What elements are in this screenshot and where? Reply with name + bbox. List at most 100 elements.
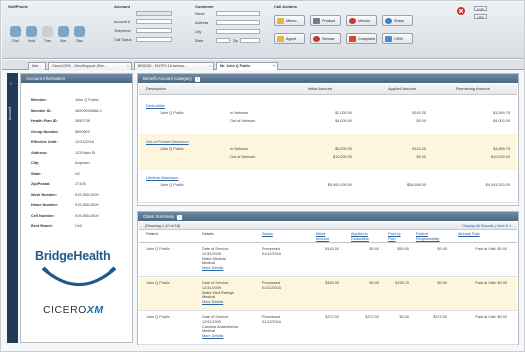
more-details-link[interactable]: More Details xyxy=(202,300,223,304)
account-field-label: Group Number: xyxy=(31,129,60,134)
initial-amount-value: $4,000.00 xyxy=(335,119,352,123)
initial-amount-value: $2,000.00 xyxy=(335,111,352,115)
tab-close-icon[interactable]: × xyxy=(273,64,275,68)
call-status-label: Call Status xyxy=(114,38,132,42)
benefit-section-link[interactable]: Lifetime Maximum xyxy=(146,175,178,180)
claims-pager-links[interactable]: Display All Results | Next 8 > xyxy=(462,224,511,228)
crm-button[interactable]: CRM xyxy=(382,33,413,44)
vendor-button[interactable]: Vendor xyxy=(346,15,377,26)
applied-deductible-value: $0.00 xyxy=(369,281,379,285)
more-details-link[interactable]: More Details xyxy=(202,266,223,270)
claims-count-label: (Showing 1-10 of 18) xyxy=(145,223,181,228)
billed-amount-value: $140.00 xyxy=(325,247,339,251)
application-window: SoftPhone Dial Hold Tran Mer Disc Accoun… xyxy=(0,0,525,352)
applied-amount-value: $0.00 xyxy=(416,155,426,159)
service-button[interactable]: Service xyxy=(310,33,341,44)
dial-button[interactable]: Dial xyxy=(8,24,23,48)
customer-title: Customer xyxy=(195,4,214,9)
more-details-link[interactable]: More Details xyxy=(202,334,223,338)
patient-responsibility-column-header[interactable]: Patient Responsibility xyxy=(416,232,448,241)
help-button[interactable]: Help xyxy=(474,14,487,19)
collapse-arrow-icon[interactable]: › xyxy=(10,81,12,87)
claim-status-line: Processed xyxy=(262,281,280,285)
already-paid-value: Paid at Visit: $0.00 xyxy=(475,315,507,319)
cicero-swoosh-logo xyxy=(41,266,117,286)
tab-main[interactable]: Mai... xyxy=(28,62,46,70)
login-button[interactable]: Login xyxy=(474,6,487,11)
disconnect-button[interactable]: Disc xyxy=(72,24,87,48)
status-column-header[interactable]: Status xyxy=(262,232,273,237)
name-field[interactable] xyxy=(216,11,260,16)
claim-status-line: Processed xyxy=(262,247,280,251)
merge-icon xyxy=(58,26,69,37)
address-label: Address xyxy=(195,21,209,25)
applied-deductible-value: $372.00 xyxy=(365,315,379,319)
agent-button[interactable]: Agent xyxy=(274,33,305,44)
account-field-value: NC xyxy=(75,171,81,176)
hold-button[interactable]: Hold xyxy=(24,24,39,48)
tab-john-q-public[interactable]: Mr. John Q Public × xyxy=(216,62,278,70)
account-number-label: Account # xyxy=(114,20,130,24)
benefit-section-link[interactable]: Deductible xyxy=(146,103,165,108)
side-panel-label: Account xyxy=(8,107,12,120)
info-icon[interactable]: i xyxy=(194,77,200,82)
zip-field[interactable] xyxy=(240,38,260,43)
billed-amount-column-header[interactable]: Billed Amount xyxy=(316,232,338,241)
warning-icon xyxy=(349,36,356,42)
complaint-button[interactable]: Complaint xyxy=(346,33,377,44)
tab-close-icon[interactable]: × xyxy=(127,64,129,68)
close-icon[interactable] xyxy=(457,7,465,15)
table-row[interactable]: John Q Public Date of Service: 12/31/2009 C… xyxy=(139,312,517,345)
remaining-amount-value: $4,000.00 xyxy=(493,119,510,123)
account-search-field[interactable] xyxy=(136,11,172,16)
account-field-label: Address: xyxy=(31,150,48,155)
city-field[interactable] xyxy=(216,29,260,34)
applied-deductible-value: $0.00 xyxy=(369,247,379,251)
remaining-amount-column-header: Remaining Amount xyxy=(456,86,490,91)
benefit-section-link[interactable]: Out of Pocket Maximum xyxy=(146,139,189,144)
state-select[interactable] xyxy=(216,38,230,43)
transfer-button[interactable]: Tran xyxy=(40,24,55,48)
patient-name: John Q Public xyxy=(146,247,170,251)
collapsed-side-panel[interactable]: › Account xyxy=(7,73,18,343)
account-field-value: 123 Main St xyxy=(75,150,96,155)
merge-button[interactable]: Mer xyxy=(56,24,71,48)
account-number-field[interactable] xyxy=(136,19,172,24)
account-field-label: City: xyxy=(31,161,40,165)
tab-close-icon[interactable]: × xyxy=(209,64,211,68)
product-button[interactable]: Product xyxy=(310,15,341,26)
memo-icon xyxy=(277,18,284,24)
address-field[interactable] xyxy=(216,20,260,25)
claim-detail-line: Wake Medical xyxy=(202,256,226,261)
paid-by-plan-column-header[interactable]: Paid by Plan xyxy=(388,232,408,241)
applied-amount-value: $140.25 xyxy=(412,111,426,115)
call-status-field[interactable] xyxy=(136,37,172,42)
paid-by-plan-value: $50.00 xyxy=(397,247,409,251)
claim-detail-line: Date of Service: xyxy=(202,281,230,285)
tab-bridge-entry[interactable]: BRIDGE - ENTRY.1A Isreina... × xyxy=(134,62,214,70)
table-row[interactable]: John Q Public Date of Service: 12/31/2009 W… xyxy=(139,278,517,311)
share-button[interactable]: Share xyxy=(382,15,413,26)
benefit-member-name: John Q Public xyxy=(160,147,184,151)
account-field-value: 36009000868-0 xyxy=(75,108,102,113)
remaining-amount-value: $4,859.75 xyxy=(493,147,510,151)
telephone-label: Telephone xyxy=(114,29,131,33)
initial-amount-column-header: Initial Amount xyxy=(308,86,333,91)
share-icon xyxy=(385,18,392,24)
info-icon[interactable]: i xyxy=(177,215,183,220)
bridgehealth-logo: BridgeHealth xyxy=(35,249,111,263)
details-column-header: Details xyxy=(202,232,214,236)
memo-button[interactable]: Memo xyxy=(274,15,305,26)
claim-detail-line: Carolina Anaesthesia xyxy=(202,324,238,329)
table-row[interactable]: John Q Public Date of Service: 12/31/2009 W… xyxy=(139,244,517,277)
account-field-label: Zip/Postal: xyxy=(31,182,51,186)
benefit-member-name: John Q Public xyxy=(160,111,184,115)
telephone-field[interactable] xyxy=(136,28,172,33)
already-paid-column-header[interactable]: Already Paid xyxy=(458,232,506,237)
claim-summary-header: Claim Summary i xyxy=(138,212,518,221)
account-field-label: Best Reach: xyxy=(31,224,53,228)
tab-cicerocrm[interactable]: CiceroCRM - ClientSupport (Eric... × xyxy=(48,62,132,70)
hangup-icon xyxy=(74,26,85,37)
applied-to-deductible-column-header[interactable]: Applied to Deductible xyxy=(351,232,381,241)
claim-detail-line: 12/31/2009 xyxy=(202,319,222,324)
